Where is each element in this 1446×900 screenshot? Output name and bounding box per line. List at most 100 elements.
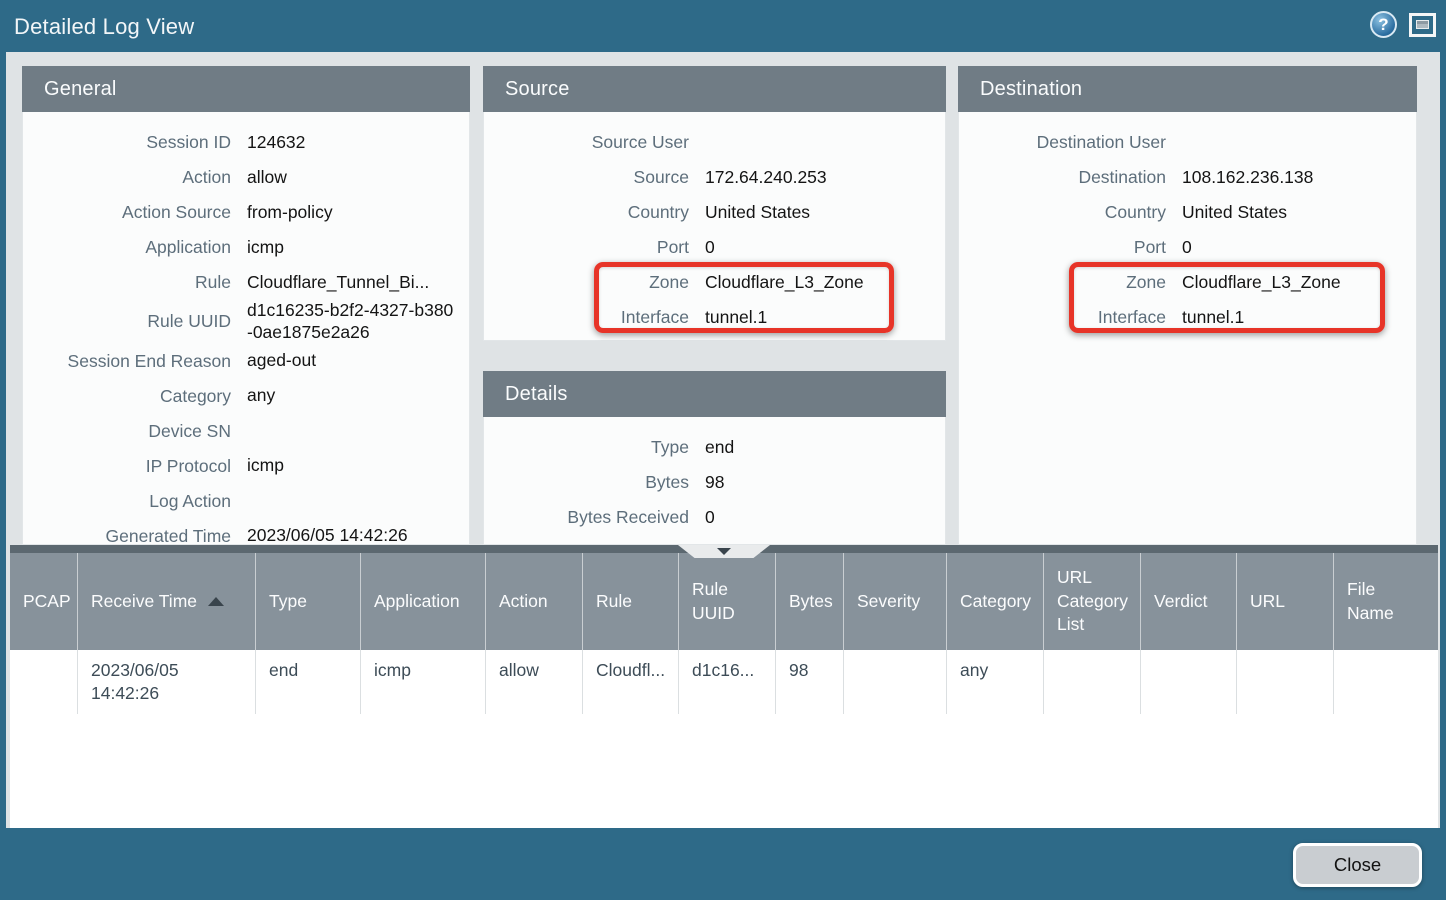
- col-header-pcap[interactable]: PCAP: [10, 553, 78, 650]
- field-value: 172.64.240.253: [705, 167, 945, 189]
- col-header-action[interactable]: Action: [486, 553, 583, 650]
- field-value: icmp: [247, 455, 469, 477]
- field-row-device-sn: Device SN: [23, 414, 469, 449]
- close-button[interactable]: Close: [1293, 843, 1422, 887]
- field-label: Zone: [959, 272, 1166, 293]
- log-detail-panels: General Session ID 124632 Action allow A…: [6, 52, 1440, 545]
- col-header-category[interactable]: Category: [947, 553, 1044, 650]
- col-header-label: Severity: [857, 590, 920, 614]
- field-value: 0: [1182, 237, 1416, 259]
- col-header-type[interactable]: Type: [256, 553, 361, 650]
- cell-category: any: [947, 650, 1044, 714]
- cell-receive-time: 2023/06/05 14:42:26: [78, 650, 256, 714]
- cell-bytes: 98: [776, 650, 844, 714]
- general-panel: General Session ID 124632 Action allow A…: [22, 66, 470, 545]
- field-value: any: [247, 385, 469, 407]
- field-label: Session End Reason: [23, 351, 231, 372]
- panel-table-splitter[interactable]: [10, 545, 1438, 553]
- details-panel-header: Details: [483, 371, 946, 417]
- dialog-titlebar: Detailed Log View ?: [0, 0, 1446, 52]
- field-row-destination-port: Port 0: [959, 230, 1416, 265]
- field-value: Cloudflare_Tunnel_Bi...: [247, 272, 469, 294]
- cell-url: [1237, 650, 1334, 714]
- col-header-url[interactable]: URL: [1237, 553, 1334, 650]
- field-label: Action Source: [23, 202, 231, 223]
- field-row-source-country: Country United States: [484, 195, 945, 230]
- cell-rule-uuid: d1c16...: [679, 650, 776, 714]
- field-value: United States: [705, 202, 945, 224]
- table-row[interactable]: 2023/06/05 14:42:26 end icmp allow Cloud…: [10, 650, 1438, 714]
- field-label: Bytes: [484, 472, 689, 493]
- field-label: Rule: [23, 272, 231, 293]
- cell-pcap: [10, 650, 78, 714]
- cell-rule: Cloudfl...: [583, 650, 679, 714]
- field-label: Port: [484, 237, 689, 258]
- cell-verdict: [1141, 650, 1237, 714]
- col-header-severity[interactable]: Severity: [844, 553, 947, 650]
- field-label: Bytes Received: [484, 507, 689, 528]
- col-header-label: Category: [960, 590, 1031, 614]
- source-panel-body: Source User Source 172.64.240.253 Countr…: [483, 112, 946, 341]
- cell-application: icmp: [361, 650, 486, 714]
- chevron-down-icon: [717, 548, 731, 555]
- field-row-ip-protocol: IP Protocol icmp: [23, 449, 469, 484]
- col-header-label: URL: [1250, 590, 1285, 614]
- field-value: 2023/06/05 14:42:26: [247, 525, 469, 545]
- field-label: Type: [484, 437, 689, 458]
- help-icon[interactable]: ?: [1370, 11, 1397, 38]
- field-row-source-interface: Interface tunnel.1: [484, 300, 945, 335]
- field-value: 98: [705, 472, 945, 494]
- sort-ascending-icon: [208, 597, 224, 606]
- field-row-action: Action allow: [23, 160, 469, 195]
- field-row-generated-time: Generated Time 2023/06/05 14:42:26: [23, 519, 469, 545]
- field-row-destination-zone: Zone Cloudflare_L3_Zone: [959, 265, 1416, 300]
- field-row-source-address: Source 172.64.240.253: [484, 160, 945, 195]
- col-header-bytes[interactable]: Bytes: [776, 553, 844, 650]
- field-row-source-port: Port 0: [484, 230, 945, 265]
- field-row-destination-user: Destination User: [959, 125, 1416, 160]
- col-header-rule-uuid[interactable]: Rule UUID: [679, 553, 776, 650]
- field-label: Log Action: [23, 491, 231, 512]
- col-header-receive-time[interactable]: Receive Time: [78, 553, 256, 650]
- field-value: aged-out: [247, 350, 469, 372]
- col-header-url-category-list[interactable]: URL Category List: [1044, 553, 1141, 650]
- field-row-source-user: Source User: [484, 125, 945, 160]
- cell-severity: [844, 650, 947, 714]
- field-label: Destination User: [959, 132, 1166, 153]
- field-label: Source: [484, 167, 689, 188]
- window-restore-icon[interactable]: [1409, 13, 1436, 37]
- field-value: icmp: [247, 237, 469, 259]
- col-header-label: Verdict: [1154, 590, 1208, 614]
- help-icon-glyph: ?: [1378, 15, 1388, 35]
- field-label: IP Protocol: [23, 456, 231, 477]
- field-value: allow: [247, 167, 469, 189]
- field-label: Country: [484, 202, 689, 223]
- field-label: Device SN: [23, 421, 231, 442]
- cell-url-category-list: [1044, 650, 1141, 714]
- col-header-label: Rule UUID: [692, 578, 762, 625]
- field-value: 124632: [247, 132, 469, 154]
- field-value: tunnel.1: [1182, 307, 1416, 329]
- field-value: d1c16235-b2f2-4327-b380-0ae1875e2a26: [247, 300, 469, 344]
- field-label: Action: [23, 167, 231, 188]
- field-label: Port: [959, 237, 1166, 258]
- col-header-file-name[interactable]: File Name: [1334, 553, 1438, 650]
- field-row-session-end-reason: Session End Reason aged-out: [23, 344, 469, 379]
- cell-action: allow: [486, 650, 583, 714]
- field-row-action-source: Action Source from-policy: [23, 195, 469, 230]
- field-value: Cloudflare_L3_Zone: [1182, 272, 1416, 294]
- field-row-rule-uuid: Rule UUID d1c16235-b2f2-4327-b380-0ae187…: [23, 300, 469, 344]
- log-table: PCAP Receive Time Type Application Actio…: [10, 545, 1438, 828]
- general-panel-body: Session ID 124632 Action allow Action So…: [22, 112, 470, 545]
- field-label: Source User: [484, 132, 689, 153]
- field-row-type: Type end: [484, 430, 945, 465]
- col-header-label: Bytes: [789, 590, 833, 614]
- field-label: Category: [23, 386, 231, 407]
- col-header-application[interactable]: Application: [361, 553, 486, 650]
- col-header-label: URL Category List: [1057, 566, 1128, 637]
- col-header-label: PCAP: [23, 590, 71, 614]
- field-label: Generated Time: [23, 526, 231, 545]
- col-header-verdict[interactable]: Verdict: [1141, 553, 1237, 650]
- col-header-rule[interactable]: Rule: [583, 553, 679, 650]
- field-value: United States: [1182, 202, 1416, 224]
